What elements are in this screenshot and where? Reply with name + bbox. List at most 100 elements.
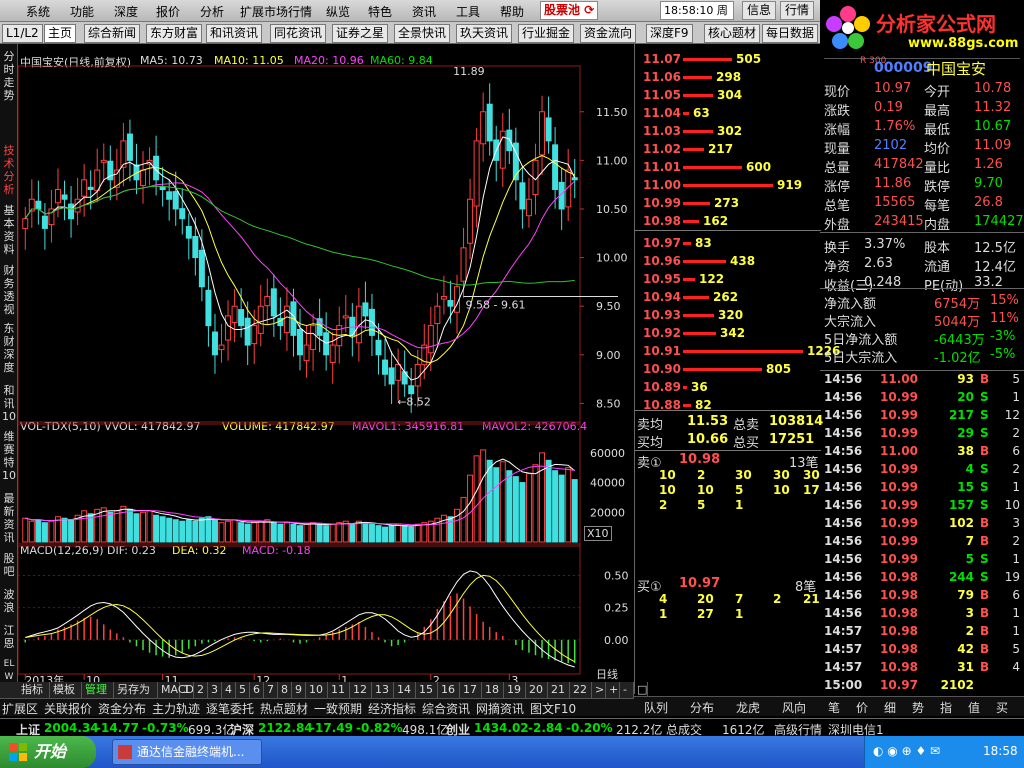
sidebar-item-weisaite10[interactable]: 维赛特10 bbox=[2, 430, 16, 482]
menu-function[interactable]: 功能 bbox=[70, 3, 94, 20]
bid-row[interactable]: 10.90 805 bbox=[635, 360, 821, 378]
menu-ext-market[interactable]: 扩展市场行情 bbox=[240, 3, 312, 20]
ask-row[interactable]: 11.03 302 bbox=[635, 122, 821, 140]
indicator-tab[interactable]: 11 bbox=[328, 682, 350, 698]
detail-tab[interactable]: 买 bbox=[996, 699, 1008, 716]
ask-row[interactable]: 11.04 63 bbox=[635, 104, 821, 122]
menu-quote[interactable]: 报价 bbox=[156, 3, 180, 20]
ask-row[interactable]: 10.98 162 bbox=[635, 212, 821, 230]
indicator-tab[interactable]: 10 bbox=[306, 682, 328, 698]
menu-help[interactable]: 帮助 bbox=[500, 3, 524, 20]
module-tab[interactable]: 热点题材 bbox=[260, 700, 308, 717]
tab-industry[interactable]: 行业掘金 bbox=[518, 24, 575, 43]
indicator-tab[interactable]: MACD bbox=[158, 682, 194, 698]
indicator-tab[interactable]: 8 bbox=[278, 682, 292, 698]
ask-row[interactable]: 11.06 298 bbox=[635, 68, 821, 86]
indicator-tab[interactable]: 模板 bbox=[50, 682, 82, 698]
ask-row[interactable]: 11.05 304 bbox=[635, 86, 821, 104]
indicator-tab[interactable]: 22 bbox=[570, 682, 592, 698]
menu-overview[interactable]: 纵览 bbox=[326, 3, 350, 20]
indicator-tab[interactable]: 7 bbox=[264, 682, 278, 698]
quote-button[interactable]: 行情 bbox=[780, 1, 815, 20]
sidebar-item-wave[interactable]: 波浪 bbox=[2, 588, 16, 614]
ask-row[interactable]: 11.02 217 bbox=[635, 140, 821, 158]
sidebar-item-forum[interactable]: 股吧 bbox=[2, 552, 16, 578]
ask-row[interactable]: 11.00 919 bbox=[635, 176, 821, 194]
bid-row[interactable]: 10.93 320 bbox=[635, 306, 821, 324]
menu-feature[interactable]: 特色 bbox=[368, 3, 392, 20]
info-button[interactable]: 信息 bbox=[742, 1, 777, 20]
detail-tab[interactable]: 笔 bbox=[828, 699, 840, 716]
bid-row[interactable]: 10.88 82 bbox=[635, 396, 821, 414]
menu-depth[interactable]: 深度 bbox=[114, 3, 138, 20]
stock-pool-button[interactable]: 股票池 ⟳ bbox=[540, 1, 598, 20]
indicator-tab[interactable]: 17 bbox=[460, 682, 482, 698]
bid-row[interactable]: 10.94 262 bbox=[635, 288, 821, 306]
indicator-tab[interactable]: 另存为 bbox=[114, 682, 158, 698]
menu-system[interactable]: 系统 bbox=[26, 3, 50, 20]
indicator-tab[interactable]: - bbox=[620, 682, 634, 698]
tab-ths[interactable]: 同花资讯 bbox=[270, 24, 327, 43]
bid-row[interactable]: 10.95 122 bbox=[635, 270, 821, 288]
indicator-tab[interactable]: 19 bbox=[504, 682, 526, 698]
module-tab[interactable]: 图文F10 bbox=[530, 700, 576, 717]
indicator-tab[interactable]: 14 bbox=[394, 682, 416, 698]
tab-home[interactable]: 主页 bbox=[44, 24, 77, 43]
queue-tab[interactable]: 分布 bbox=[690, 699, 714, 716]
tab-panorama[interactable]: 全景快讯 bbox=[394, 24, 451, 43]
detail-tab[interactable]: 细 bbox=[884, 699, 896, 716]
taskbar-app-tdx[interactable]: 通达信金融终端机... bbox=[112, 739, 262, 765]
sidebar-item-gann[interactable]: 江恩 bbox=[2, 624, 16, 650]
indicator-tab[interactable]: 1 bbox=[180, 682, 194, 698]
indicator-tab[interactable]: 13 bbox=[372, 682, 394, 698]
sidebar-item-latest-news[interactable]: 最新资讯 bbox=[2, 492, 16, 544]
indicator-tab[interactable]: + bbox=[606, 682, 620, 698]
bid-row[interactable]: 10.91 1226 bbox=[635, 342, 840, 360]
tab-core-topic[interactable]: 核心题材 bbox=[704, 24, 761, 43]
detail-tab[interactable]: 指 bbox=[940, 699, 952, 716]
queue-tab[interactable]: 风向 bbox=[782, 699, 806, 716]
indicator-tab[interactable]: 管理 bbox=[82, 682, 114, 698]
bid-row[interactable]: 10.96 438 bbox=[635, 252, 821, 270]
sidebar-item-finance[interactable]: 财务透视 bbox=[2, 264, 16, 316]
detail-tab[interactable]: 势 bbox=[912, 699, 924, 716]
tab-f9[interactable]: 深度F9 bbox=[646, 24, 693, 43]
menu-news[interactable]: 资讯 bbox=[412, 3, 436, 20]
queue-tab[interactable]: 龙虎 bbox=[736, 699, 760, 716]
indicator-tab[interactable]: 指标 bbox=[18, 682, 50, 698]
indicator-tab[interactable]: 21 bbox=[548, 682, 570, 698]
kline-chart[interactable]: 中国宝安(日线,前复权) MA5: 10.73 MA10: 11.05 MA20… bbox=[18, 44, 632, 684]
indicator-tab[interactable]: 16 bbox=[438, 682, 460, 698]
sidebar-item-hexun10[interactable]: 和讯10 bbox=[2, 384, 16, 423]
module-tab[interactable]: 资金分布 bbox=[98, 700, 146, 717]
indicator-tab[interactable]: 2 bbox=[194, 682, 208, 698]
indicator-tab[interactable]: 9 bbox=[292, 682, 306, 698]
bid-row[interactable]: 10.89 36 bbox=[635, 378, 821, 396]
menu-tools[interactable]: 工具 bbox=[456, 3, 480, 20]
indicator-tab[interactable]: 15 bbox=[416, 682, 438, 698]
module-tab[interactable]: 扩展区 bbox=[2, 700, 38, 717]
indicator-tab[interactable]: 12 bbox=[350, 682, 372, 698]
queue-tab[interactable]: 队列 bbox=[644, 699, 668, 716]
indicator-tab[interactable]: 4 bbox=[222, 682, 236, 698]
module-tab[interactable]: 逐笔委托 bbox=[206, 700, 254, 717]
indicator-tab[interactable]: 20 bbox=[526, 682, 548, 698]
module-tab[interactable]: 网摘资讯 bbox=[476, 700, 524, 717]
tab-l1l2[interactable]: L1/L2 bbox=[2, 24, 43, 43]
module-tab[interactable]: 一致预期 bbox=[314, 700, 362, 717]
detail-tab[interactable]: 值 bbox=[968, 699, 980, 716]
ask-row[interactable]: 10.99 273 bbox=[635, 194, 821, 212]
menu-analysis[interactable]: 分析 bbox=[200, 3, 224, 20]
tab-stockstar[interactable]: 证券之星 bbox=[332, 24, 389, 43]
indicator-tab[interactable]: 3 bbox=[208, 682, 222, 698]
module-tab[interactable]: 关联报价 bbox=[44, 700, 92, 717]
tab-daily-data[interactable]: 每日数据 bbox=[762, 24, 819, 43]
module-tab[interactable]: 经济指标 bbox=[368, 700, 416, 717]
detail-tab[interactable]: 价 bbox=[856, 699, 868, 716]
indicator-tab[interactable]: 18 bbox=[482, 682, 504, 698]
bid-row[interactable]: 10.92 342 bbox=[635, 324, 821, 342]
tab-hexun[interactable]: 和讯资讯 bbox=[206, 24, 263, 43]
indicator-tab[interactable]: 5 bbox=[236, 682, 250, 698]
indicator-tab[interactable]: > bbox=[592, 682, 606, 698]
module-tab[interactable]: 综合资讯 bbox=[422, 700, 470, 717]
